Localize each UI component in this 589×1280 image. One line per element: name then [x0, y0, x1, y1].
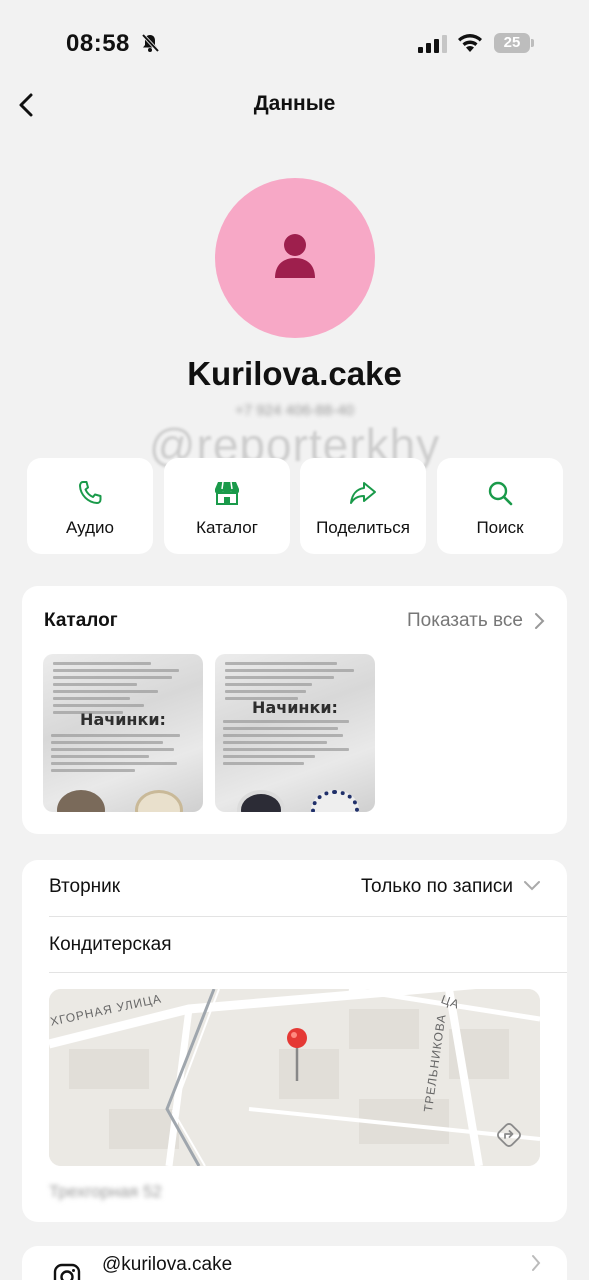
location-pin-icon	[287, 1028, 307, 1081]
search-button[interactable]: Поиск	[437, 458, 563, 554]
search-label: Поиск	[476, 518, 524, 537]
map[interactable]: ХГОРНАЯ УЛИЦА ТРЕЛЬНИКОВА ЦА	[49, 989, 540, 1166]
phone-icon	[79, 481, 102, 504]
share-icon	[350, 482, 376, 504]
phone-number: +7 924 406-88-40	[235, 402, 354, 419]
catalog-item-heading: Начинки:	[252, 698, 338, 717]
battery-level: 25	[494, 33, 530, 53]
business-category: Кондитерская	[49, 934, 172, 955]
address: Трехгорная 52	[49, 1182, 162, 1201]
avatar	[215, 178, 375, 338]
catalog-item[interactable]: Начинки:	[43, 654, 203, 812]
chevron-right-icon	[532, 1255, 541, 1271]
status-time: 08:58	[66, 30, 130, 57]
audio-label: Аудио	[66, 518, 114, 537]
catalog-item[interactable]: Начинки:	[215, 654, 375, 812]
instagram-row[interactable]: @kurilova.cake	[22, 1246, 567, 1280]
bell-muted-icon	[141, 33, 160, 53]
audio-button[interactable]: Аудио	[27, 458, 153, 554]
hours-value[interactable]: Только по записи	[361, 876, 513, 898]
profile-name: Kurilova.cake	[187, 355, 402, 392]
instagram-icon	[53, 1263, 81, 1280]
search-icon	[488, 481, 513, 506]
wifi-icon	[458, 34, 482, 52]
catalog-item-heading: Начинки:	[80, 710, 166, 729]
instagram-handle: @kurilova.cake	[102, 1254, 233, 1275]
directions-icon[interactable]	[494, 1120, 524, 1150]
catalog-card: Каталог Показать все Начинки: Начинки:	[22, 586, 567, 834]
battery-icon: 25	[494, 33, 534, 53]
cellular-signal-icon	[418, 35, 447, 53]
catalog-label: Каталог	[196, 518, 258, 537]
share-button[interactable]: Поделиться	[300, 458, 426, 554]
person-icon	[275, 234, 315, 278]
catalog-button[interactable]: Каталог	[164, 458, 290, 554]
catalog-title: Каталог	[44, 610, 118, 631]
info-card: Вторник Только по записи Кондитерская ХГ…	[22, 860, 567, 1222]
chevron-down-icon[interactable]	[523, 880, 541, 892]
store-icon	[215, 481, 239, 505]
share-label: Поделиться	[316, 518, 410, 537]
status-bar: 08:58 25	[0, 0, 589, 90]
show-all-link[interactable]: Показать все	[407, 610, 523, 632]
chevron-right-icon[interactable]	[533, 611, 545, 631]
hours-day[interactable]: Вторник	[49, 876, 120, 898]
page-title: Данные	[253, 92, 336, 115]
action-buttons: Аудио Каталог Поделиться Поиск	[27, 458, 563, 554]
